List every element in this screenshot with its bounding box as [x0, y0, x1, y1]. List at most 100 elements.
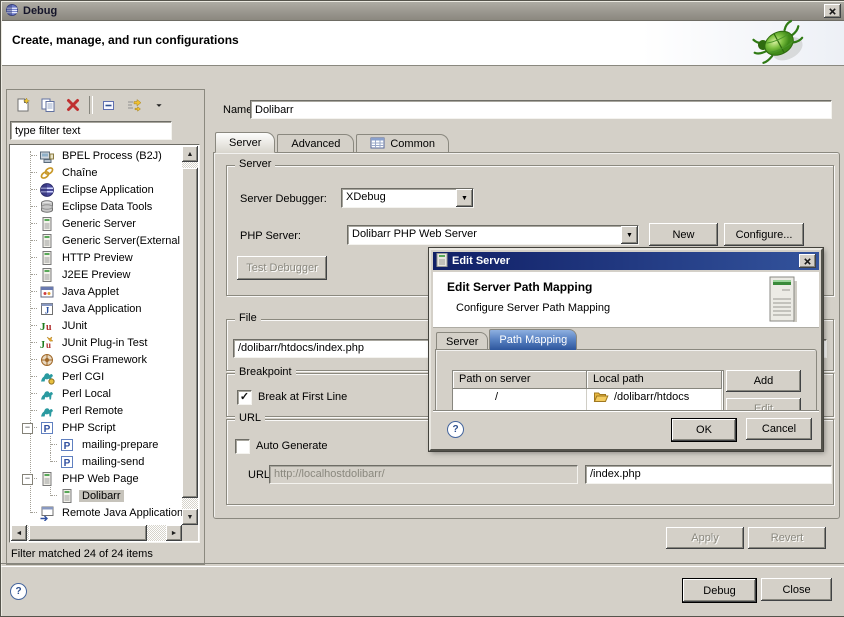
vertical-scroll-thumb[interactable] [182, 168, 198, 498]
dialog-close-button[interactable] [799, 254, 816, 268]
tab-advanced[interactable]: Advanced [277, 134, 354, 153]
tab-path-mapping[interactable]: Path Mapping [489, 329, 577, 350]
url-auto-input: http://localhostdolibarr/ [269, 465, 578, 484]
tree-item-junit-plug-in-test[interactable]: JuJUnit Plug-in Test [10, 334, 182, 351]
name-input[interactable] [250, 100, 832, 119]
test-debugger-button[interactable]: Test Debugger [237, 256, 327, 280]
tree-item-perl-local[interactable]: Perl Local [10, 385, 182, 402]
eclipse-logo-icon [5, 3, 19, 20]
tree-item-bpel-process-b2j-[interactable]: BPEL Process (B2J) [10, 147, 182, 164]
tree-item-label: JUnit [59, 320, 90, 332]
help-icon[interactable]: ? [10, 583, 27, 600]
apply-button[interactable]: Apply [666, 527, 744, 549]
breakpoint-group-title: Breakpoint [235, 366, 296, 378]
horizontal-scroll-thumb[interactable] [29, 525, 147, 541]
bug-image [738, 19, 822, 72]
tree-item-cha-ne[interactable]: Chaîne [10, 164, 182, 181]
debug-button[interactable]: Debug [682, 578, 757, 603]
new-server-button[interactable]: New [649, 223, 718, 246]
tree-item-generic-server[interactable]: Generic Server [10, 215, 182, 232]
url-path-input[interactable]: /index.php [585, 465, 832, 484]
tree-item-remote-java-application[interactable]: Remote Java Application [10, 504, 182, 521]
collapse-expander-icon[interactable]: − [22, 474, 33, 485]
table-header-row: Path on serverLocal path [453, 371, 723, 389]
tree-item-mailing-prepare[interactable]: Pmailing-prepare [10, 436, 182, 453]
path-mapping-table[interactable]: Path on serverLocal path//dolibarr/htdoc… [452, 370, 724, 413]
auto-generate-checkbox[interactable] [235, 439, 250, 454]
edit-server-dialog: Edit Server Edit Server Path Mapping Con… [429, 248, 823, 451]
tree-item-php-script[interactable]: −PPHP Script [10, 419, 182, 436]
tab-common[interactable]: Common [356, 134, 449, 153]
tree-item-osgi-framework[interactable]: OSGi Framework [10, 351, 182, 368]
delete-configuration-icon[interactable] [62, 94, 84, 116]
cancel-button[interactable]: Cancel [746, 418, 812, 440]
debug-window: Debug Create, manage, and run configurat… [0, 0, 844, 617]
ok-button[interactable]: OK [671, 418, 737, 442]
chevron-down-icon[interactable]: ▼ [456, 189, 473, 207]
column-header-path-on-server[interactable]: Path on server [453, 371, 587, 389]
dialog-subheading: Configure Server Path Mapping [456, 302, 610, 314]
php-server-select[interactable]: Dolibarr PHP Web Server ▼ [347, 225, 639, 245]
scroll-up-icon[interactable]: ▲ [182, 146, 198, 162]
tree-item-perl-remote[interactable]: Perl Remote [10, 402, 182, 419]
filter-configurations-icon[interactable] [123, 94, 145, 116]
help-icon[interactable]: ? [447, 421, 464, 438]
tree-item-mailing-send[interactable]: Pmailing-send [10, 453, 182, 470]
php-icon: P [59, 454, 75, 470]
configure-server-button[interactable]: Configure... [724, 223, 804, 246]
dialog-heading: Edit Server Path Mapping [447, 280, 592, 294]
tree-item-eclipse-data-tools[interactable]: Eclipse Data Tools [10, 198, 182, 215]
window-titlebar[interactable]: Debug [2, 2, 844, 21]
server-icon [39, 267, 55, 283]
duplicate-configuration-icon[interactable] [37, 94, 59, 116]
tree-item-java-application[interactable]: JJava Application [10, 300, 182, 317]
tab-server[interactable]: Server [215, 132, 275, 153]
new-configuration-icon[interactable] [12, 94, 34, 116]
scroll-right-icon[interactable]: ► [166, 525, 182, 541]
break-at-first-line-checkbox[interactable]: ✓ [237, 390, 252, 405]
tree-vertical-scrollbar[interactable]: ▲ ▼ [182, 146, 198, 525]
table-row[interactable]: //dolibarr/htdocs [453, 389, 723, 405]
server-tower-image [767, 275, 803, 328]
tree-item-label: mailing-prepare [79, 439, 161, 451]
tree-item-generic-server-external-la[interactable]: Generic Server(External La [10, 232, 182, 249]
collapse-all-icon[interactable] [98, 94, 120, 116]
server-debugger-select[interactable]: XDebug ▼ [341, 188, 474, 208]
tree-item-j2ee-preview[interactable]: J2EE Preview [10, 266, 182, 283]
scroll-down-icon[interactable]: ▼ [182, 509, 198, 525]
close-button[interactable]: Close [761, 578, 832, 601]
server-icon [436, 253, 448, 270]
filter-input[interactable] [10, 121, 172, 140]
tree-item-label: Java Applet [59, 286, 122, 298]
chevron-down-icon[interactable]: ▼ [621, 226, 638, 244]
collapse-expander-icon[interactable]: − [22, 423, 33, 434]
revert-button[interactable]: Revert [748, 527, 826, 549]
scroll-left-icon[interactable]: ◄ [11, 525, 27, 541]
path-on-server-cell[interactable]: / [453, 389, 587, 405]
configurations-tree: BPEL Process (B2J)ChaîneEclipse Applicat… [9, 144, 200, 543]
database-icon [39, 199, 55, 215]
tree-item-dolibarr[interactable]: Dolibarr [10, 487, 182, 504]
tree-item-eclipse-application[interactable]: Eclipse Application [10, 181, 182, 198]
menu-dropdown-icon[interactable] [148, 94, 170, 116]
tree-item-label: Perl Local [59, 388, 114, 400]
tree-item-junit[interactable]: JuJUnit [10, 317, 182, 334]
add-mapping-button[interactable]: Add [726, 370, 801, 392]
tree-item-php-web-page[interactable]: −PHP Web Page [10, 470, 182, 487]
server-debugger-value: XDebug [342, 189, 456, 207]
column-header-local-path[interactable]: Local path [587, 371, 722, 389]
local-path-cell-wrap[interactable]: /dolibarr/htdocs [587, 389, 722, 405]
tree-item-label: Remote Java Application [59, 507, 182, 519]
applet-icon [39, 284, 55, 300]
window-close-button[interactable] [824, 4, 841, 18]
tree-item-http-preview[interactable]: HTTP Preview [10, 249, 182, 266]
tab-label: Path Mapping [499, 334, 567, 346]
tree-horizontal-scrollbar[interactable]: ◄ ► [11, 525, 182, 541]
perl-icon [39, 403, 55, 419]
tab-server[interactable]: Server [436, 332, 488, 350]
tree-item-java-applet[interactable]: Java Applet [10, 283, 182, 300]
dialog-titlebar[interactable]: Edit Server [433, 252, 819, 270]
tree-item-perl-cgi[interactable]: Perl CGI [10, 368, 182, 385]
php-server-label: PHP Server: [240, 230, 301, 242]
chain-icon [39, 165, 55, 181]
